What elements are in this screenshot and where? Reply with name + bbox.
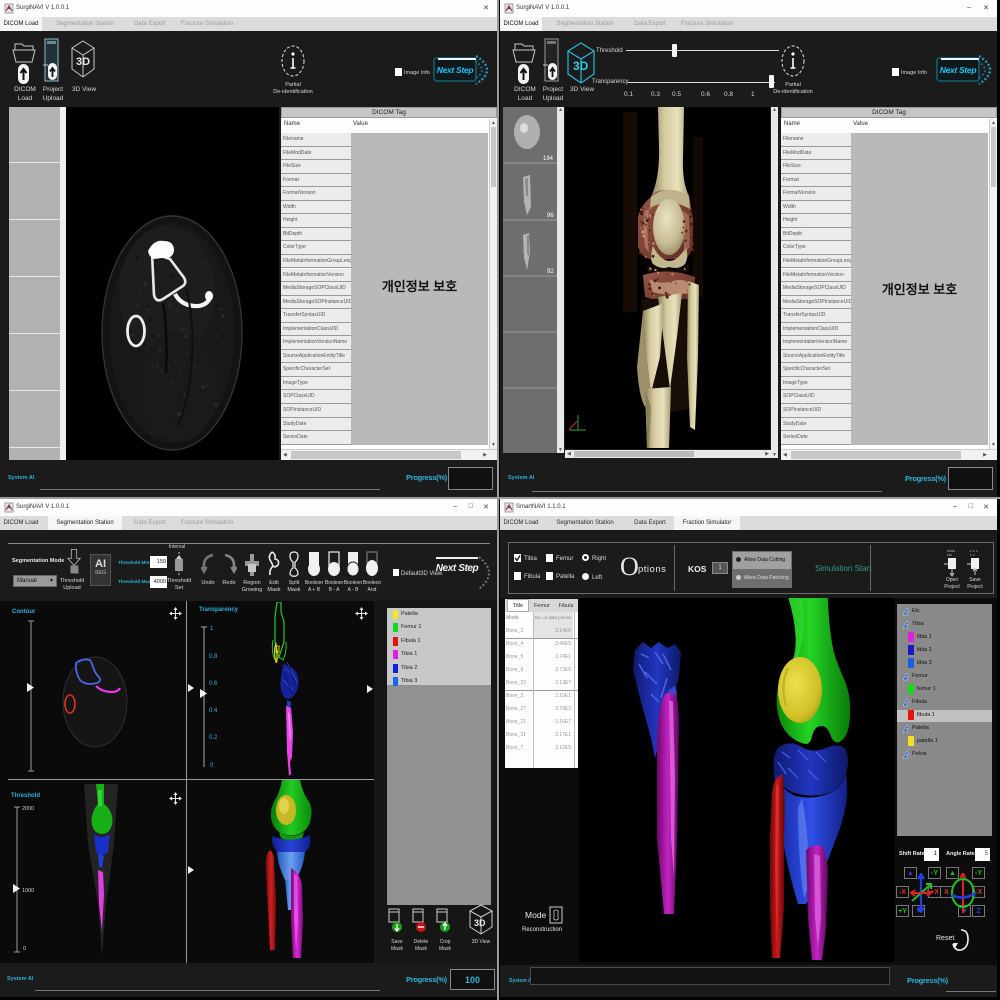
svg-text:3D: 3D — [573, 59, 589, 73]
svg-text:92: 92 — [547, 269, 554, 275]
svg-text:0: 0 — [210, 763, 214, 769]
svg-text:0.8: 0.8 — [209, 654, 218, 660]
svg-text:3D: 3D — [474, 918, 486, 928]
svg-text:0.6: 0.6 — [209, 681, 218, 687]
svg-text:2000: 2000 — [22, 806, 34, 812]
svg-text:3D: 3D — [76, 56, 90, 68]
svg-text:1: 1 — [210, 626, 214, 632]
svg-text:96: 96 — [547, 213, 554, 219]
svg-text:1000: 1000 — [22, 888, 34, 894]
svg-text:194: 194 — [543, 156, 554, 162]
svg-text:0.2: 0.2 — [209, 735, 218, 741]
svg-text:0: 0 — [23, 946, 26, 952]
svg-text:0.4: 0.4 — [209, 708, 218, 714]
